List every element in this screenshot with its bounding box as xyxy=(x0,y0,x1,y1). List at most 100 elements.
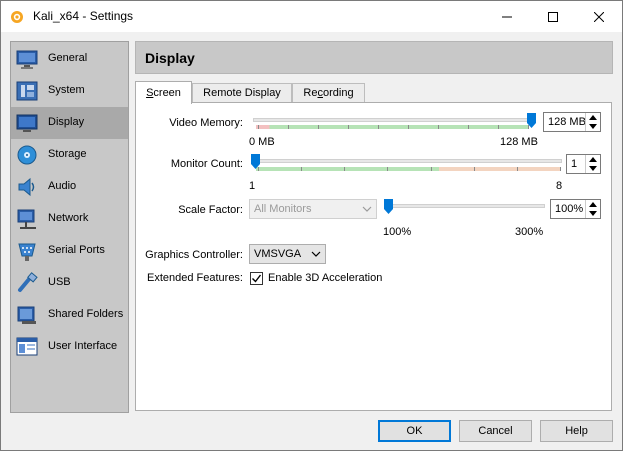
sidebar-item-label: General xyxy=(48,52,88,64)
sidebar-item-storage[interactable]: Storage xyxy=(11,139,128,171)
chevron-down-icon xyxy=(589,211,597,216)
maximize-icon xyxy=(548,11,558,22)
monitor-icon xyxy=(16,50,38,69)
sidebar-item-display[interactable]: Display xyxy=(11,107,128,139)
monitor-count-spinbox[interactable]: 1 xyxy=(566,154,601,174)
tab-recording[interactable]: Recording xyxy=(292,83,365,103)
video-memory-label: Video Memory: xyxy=(169,117,243,129)
sidebar-item-system[interactable]: System xyxy=(11,75,128,107)
enable-3d-acceleration-checkbox[interactable] xyxy=(250,272,263,285)
slider-tick xyxy=(528,125,529,129)
sidebar-item-user-interface[interactable]: User Interface xyxy=(11,331,128,363)
chevron-down-icon xyxy=(362,206,372,212)
scale-factor-max-label: 300% xyxy=(515,226,544,238)
monitor-count-value: 1 xyxy=(571,158,578,170)
sidebar-item-label: Serial Ports xyxy=(48,244,105,256)
sidebar-item-network[interactable]: Network xyxy=(11,203,128,235)
spin-arrows xyxy=(585,155,600,173)
scale-factor-slider-thumb[interactable] xyxy=(384,199,393,214)
window-title: Kali_x64 - Settings xyxy=(33,9,134,23)
ui-icon xyxy=(16,337,38,356)
sidebar-item-label: User Interface xyxy=(48,340,118,352)
sidebar-item-usb[interactable]: USB xyxy=(11,267,128,299)
tab-label-prefix: Re xyxy=(303,87,318,99)
settings-sidebar: General System Display Storage Audio Net… xyxy=(10,41,129,413)
tab-screen[interactable]: Screen xyxy=(135,81,192,104)
sidebar-item-label: Storage xyxy=(48,148,87,160)
ok-button[interactable]: OK xyxy=(378,420,451,442)
slider-tick xyxy=(560,167,561,171)
slider-tick xyxy=(258,167,259,171)
sidebar-item-serial-ports[interactable]: Serial Ports xyxy=(11,235,128,267)
slider-tick xyxy=(474,167,475,171)
scale-factor-track xyxy=(386,204,545,208)
slider-tick xyxy=(408,125,409,129)
title-bar[interactable]: Kali_x64 - Settings xyxy=(1,1,622,32)
help-button[interactable]: Help xyxy=(540,420,613,442)
display-icon xyxy=(16,114,38,132)
spin-down-button[interactable] xyxy=(586,122,600,131)
spin-up-button[interactable] xyxy=(586,113,600,122)
chevron-up-icon xyxy=(589,115,597,120)
slider-tick xyxy=(301,167,302,171)
spin-up-button[interactable] xyxy=(586,200,600,209)
video-memory-max-label: 128 MB xyxy=(500,136,538,148)
maximize-button[interactable] xyxy=(530,1,576,32)
minimize-button[interactable] xyxy=(484,1,530,32)
scale-factor-spinbox[interactable]: 100% xyxy=(550,199,601,219)
chevron-down-icon xyxy=(589,124,597,129)
slider-tick xyxy=(378,125,379,129)
chevron-up-icon xyxy=(589,157,597,162)
sidebar-item-label: System xyxy=(48,84,85,96)
tab-label: Remote Display xyxy=(203,87,281,99)
speaker-icon xyxy=(18,177,35,197)
slider-tick xyxy=(344,167,345,171)
virtualbox-app-icon xyxy=(11,11,23,23)
scale-factor-min-label: 100% xyxy=(383,226,412,238)
video-memory-spinbox[interactable]: 128 MB xyxy=(543,112,601,132)
page-title: Display xyxy=(145,50,195,66)
tab-label: creen xyxy=(153,87,181,99)
cancel-button[interactable]: Cancel xyxy=(459,420,532,442)
video-memory-value: 128 MB xyxy=(548,116,586,128)
content-header: Display xyxy=(135,41,613,74)
sidebar-item-label: Network xyxy=(48,212,89,224)
scale-factor-value: 100% xyxy=(555,203,584,215)
sidebar-item-shared-folders[interactable]: Shared Folders xyxy=(11,299,128,331)
slider-tick xyxy=(468,125,469,129)
settings-window: Kali_x64 - Settings General System Displ… xyxy=(0,0,623,451)
graphics-controller-value: VMSVGA xyxy=(254,248,302,260)
enable-3d-acceleration-label[interactable]: Enable 3D Acceleration xyxy=(268,272,382,284)
scale-factor-label: Scale Factor: xyxy=(178,204,243,216)
sidebar-item-label: USB xyxy=(48,276,71,288)
monitor-count-max-label: 8 xyxy=(556,180,563,192)
sidebar-item-label: Audio xyxy=(48,180,77,192)
slider-tick xyxy=(288,125,289,129)
sidebar-item-audio[interactable]: Audio xyxy=(11,171,128,203)
video-memory-scale xyxy=(256,125,528,129)
chevron-down-icon xyxy=(589,166,597,171)
spin-down-button[interactable] xyxy=(586,209,600,218)
slider-tick xyxy=(438,125,439,129)
monitor-count-min-label: 1 xyxy=(249,180,256,192)
sidebar-item-general[interactable]: General xyxy=(11,43,128,75)
graphics-controller-select[interactable]: VMSVGA xyxy=(249,244,326,264)
slider-tick xyxy=(348,125,349,129)
video-memory-track xyxy=(253,118,529,122)
minimize-icon xyxy=(502,16,512,17)
folder-icon xyxy=(17,306,36,324)
slider-tick xyxy=(387,167,388,171)
network-icon xyxy=(17,209,36,229)
slider-tick xyxy=(517,167,518,171)
tab-remote-display[interactable]: Remote Display xyxy=(192,83,292,103)
spin-arrows xyxy=(585,113,600,131)
close-button[interactable] xyxy=(576,1,622,32)
extended-features-label: Extended Features: xyxy=(146,272,243,284)
graphics-controller-label: Graphics Controller: xyxy=(145,249,243,261)
spin-down-button[interactable] xyxy=(586,164,600,173)
scale-monitor-select[interactable]: All Monitors xyxy=(249,199,377,219)
spin-up-button[interactable] xyxy=(586,155,600,164)
close-icon xyxy=(594,11,604,22)
sidebar-item-label: Display xyxy=(48,116,85,128)
chip-icon xyxy=(16,81,38,101)
